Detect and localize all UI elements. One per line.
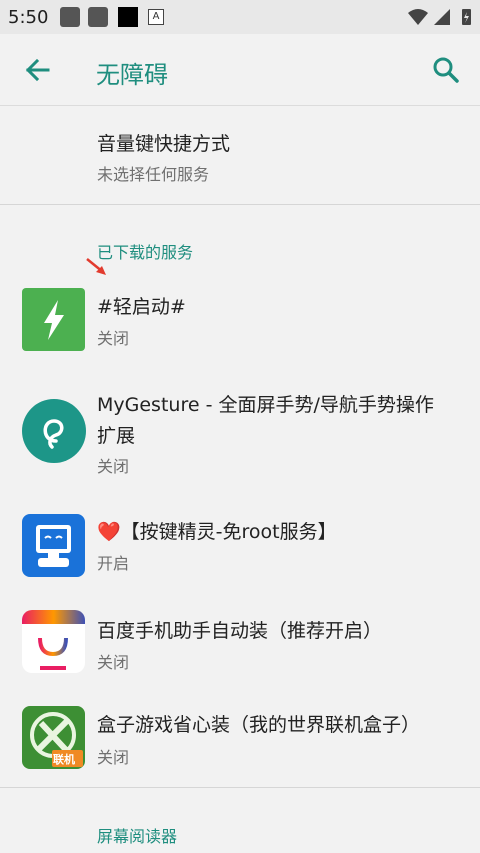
service-title: 盒子游戏省心装（我的世界联机盒子） — [97, 714, 421, 736]
service-status: 开启 — [97, 554, 130, 573]
gesture-app-icon — [22, 399, 86, 463]
back-button[interactable] — [18, 52, 58, 88]
page-title: 无障碍 — [96, 61, 168, 89]
notification-icon — [60, 7, 80, 27]
robot-app-icon — [22, 514, 85, 577]
service-status: 关闭 — [97, 329, 130, 348]
service-title: ❤️【按键精灵-免root服务】 — [97, 517, 337, 547]
volume-shortcut-title: 音量键快捷方式 — [97, 133, 231, 155]
notification-icon — [88, 7, 108, 27]
service-item-minecraft-box[interactable]: 联机 盒子游戏省心装（我的世界联机盒子） 关闭 — [0, 698, 480, 788]
lightning-app-icon — [22, 288, 85, 351]
app-bar: 无障碍 — [0, 34, 480, 106]
heart-icon: ❤️ — [97, 521, 121, 543]
divider — [0, 787, 480, 788]
minecraft-box-app-icon: 联机 — [22, 706, 85, 769]
service-status: 关闭 — [97, 748, 130, 767]
status-time: 5:50 — [8, 7, 49, 28]
service-item-key-sprite[interactable]: ❤️【按键精灵-免root服务】 开启 — [0, 500, 480, 598]
search-button[interactable] — [426, 52, 466, 88]
divider — [0, 204, 480, 205]
service-title-text: 【按键精灵-免root服务】 — [120, 521, 337, 543]
volume-shortcut-subtitle: 未选择任何服务 — [97, 165, 210, 184]
baidu-assistant-app-icon — [22, 610, 85, 673]
search-icon — [433, 57, 459, 83]
app-badge: 联机 — [53, 753, 75, 766]
service-item-baidu-assistant[interactable]: 百度手机助手自动装（推荐开启） 关闭 — [0, 603, 480, 698]
service-item-quick-launch[interactable]: #轻启动# 关闭 — [0, 270, 480, 370]
downloaded-services-header: 已下载的服务 — [97, 243, 194, 262]
service-item-mygesture[interactable]: MyGesture - 全面屏手势/导航手势操作 扩展 关闭 — [0, 380, 480, 490]
status-icons — [408, 9, 471, 25]
service-status: 关闭 — [97, 653, 130, 672]
service-status: 关闭 — [97, 457, 130, 476]
service-title: 百度手机助手自动装（推荐开启） — [97, 620, 383, 642]
signal-icon — [434, 9, 450, 25]
notification-icon — [118, 7, 138, 27]
status-bar: 5:50 A — [0, 0, 480, 34]
service-title-continued: 扩展 — [97, 425, 136, 447]
arrow-back-icon — [25, 58, 50, 82]
volume-shortcut-item[interactable]: 音量键快捷方式 未选择任何服务 — [0, 107, 480, 204]
wifi-icon — [408, 9, 428, 25]
screen-reader-header: 屏幕阅读器 — [97, 827, 178, 846]
notification-a-icon: A — [148, 9, 164, 25]
service-title: #轻启动# — [97, 296, 186, 318]
service-title: MyGesture - 全面屏手势/导航手势操作 — [97, 394, 434, 416]
